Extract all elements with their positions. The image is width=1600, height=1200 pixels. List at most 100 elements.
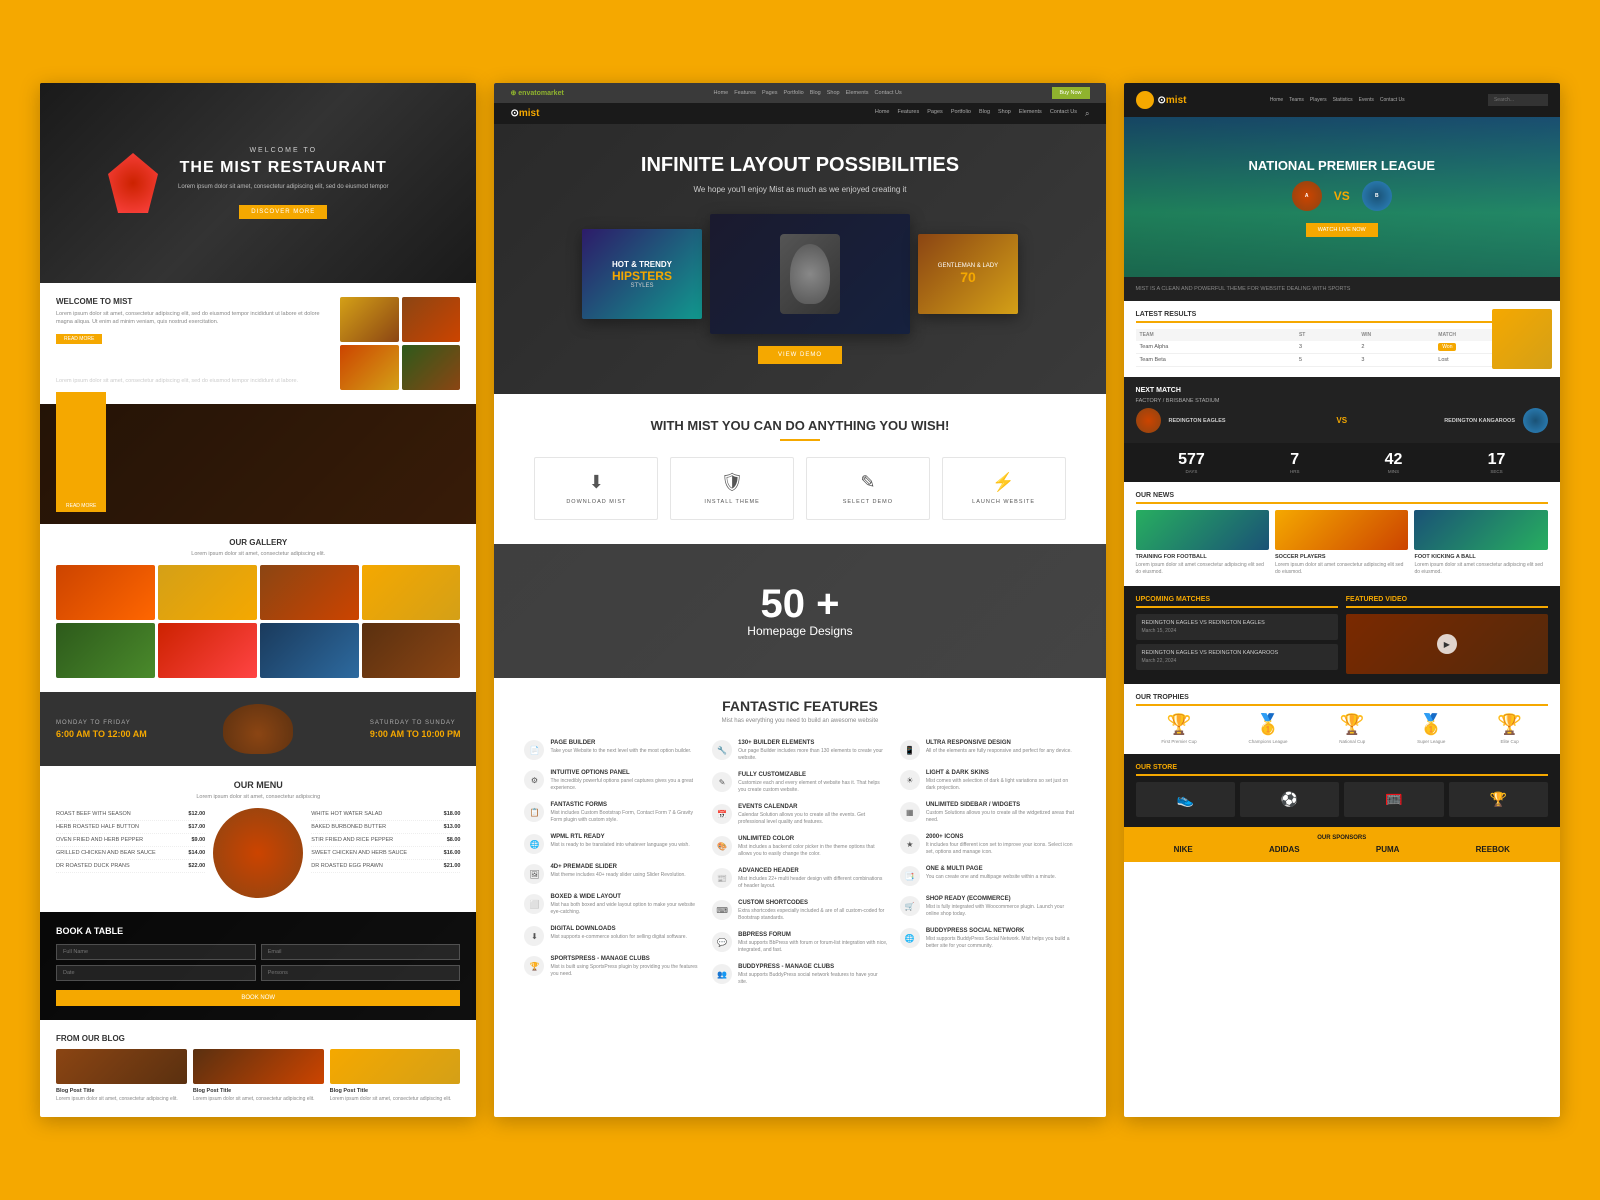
book-button[interactable]: BOOK NOW — [56, 990, 460, 1006]
persons-input[interactable] — [261, 965, 461, 981]
store-item-2[interactable]: ⚽ — [1240, 782, 1339, 817]
buy-now-button[interactable]: Buy Now — [1052, 87, 1090, 99]
anything-section: WITH MIST YOU CAN DO ANYTHING YOU WISH! … — [494, 394, 1105, 544]
news-image-3 — [1414, 510, 1547, 550]
sidebar-icon: ▦ — [900, 802, 920, 822]
weekday-label: MONDAY TO FRIDAY — [56, 720, 147, 726]
food-image-1 — [340, 297, 399, 342]
blog-image-1 — [56, 1049, 187, 1084]
next-match-teams: REDINGTON EAGLES VS REDINGTON KANGAROOS — [1136, 408, 1548, 433]
gallery-item-5[interactable] — [56, 623, 155, 678]
features-title: FANTASTIC FEATURES — [524, 698, 1075, 714]
shop-icon: 🛒 — [900, 896, 920, 916]
mist-nav-bar: ⊙mist Home Features Pages Portfolio Blog… — [494, 103, 1105, 124]
blog-section: FROM OUR BLOG Blog Post Title Lorem ipsu… — [40, 1020, 476, 1117]
envato-links: Home Features Pages Portfolio Blog Shop … — [714, 90, 902, 96]
menu-item: ROAST BEEF WITH SEASON $12.00 — [56, 808, 205, 821]
feature-item: 🌐 BUDDYPRESS SOCIAL NETWORK Mist support… — [900, 928, 1076, 950]
buddypress-icon: 👥 — [712, 964, 732, 984]
trophy-3: 🏆 National Cup — [1339, 712, 1365, 744]
mist-desc-text: MIST IS A CLEAN AND POWERFUL THEME FOR W… — [1136, 285, 1548, 293]
header-icon: 📰 — [712, 868, 732, 888]
gallery-item-7[interactable] — [260, 623, 359, 678]
feature-item: 🌐 WPML RTL READY Mist is ready to be tra… — [524, 834, 700, 854]
gallery-item-8[interactable] — [362, 623, 461, 678]
vs-text: VS — [1334, 189, 1350, 203]
menu-item: OVEN FRIED AND HERB PEPPER $9.00 — [56, 834, 205, 847]
discover-button[interactable]: DISCOVER MORE — [239, 205, 327, 219]
email-input[interactable] — [261, 944, 461, 960]
store-item-4[interactable]: 🏆 — [1449, 782, 1548, 817]
forms-icon: 📋 — [524, 802, 544, 822]
mist-hero-slides: HOT & TRENDY HiPsters STYLES GENTLEMAN &… — [534, 214, 1065, 334]
trophy-2: 🥇 Champions League — [1248, 712, 1287, 744]
featured-video[interactable]: ▶ — [1346, 614, 1548, 674]
main-container: WELCOME TO THE MiSt RESTAURANT Lorem ips… — [40, 83, 1560, 1117]
hero-content: WELCOME TO THE MiSt RESTAURANT Lorem ips… — [158, 147, 408, 219]
slider-icon: 🖼 — [524, 864, 544, 884]
boxed-icon: ⬜ — [524, 894, 544, 914]
table-header-row: TEAM ST WIN MATCH — [1136, 329, 1548, 341]
awesome-btn[interactable]: READ MORE — [56, 392, 106, 512]
read-more-link[interactable]: READ MORE — [56, 334, 102, 344]
fullname-input[interactable] — [56, 944, 256, 960]
wpml-icon: 🌐 — [524, 834, 544, 854]
upcoming-match-1: REDINGTON EAGLES VS REDINGTON EAGLES Mar… — [1136, 614, 1338, 640]
trophies-title: OUR TROPHIES — [1136, 694, 1548, 706]
latest-results-title: LATEST RESULTS — [1136, 311, 1548, 323]
dark-light-icon: ☀ — [900, 770, 920, 790]
date-input[interactable] — [56, 965, 256, 981]
menu-title: OUR MENU — [56, 780, 460, 790]
news-item-3: FOOT KICKING A BALL Lorem ipsum dolor si… — [1414, 510, 1547, 576]
feature-item: 📄 PAGE BUILDER Take your Website to the … — [524, 740, 700, 760]
gallery-item-6[interactable] — [158, 623, 257, 678]
blog-image-2 — [193, 1049, 324, 1084]
awesome-theme-section: AWESOME RESTAURANT THEME Lorem ipsum dol… — [40, 404, 476, 524]
hero-title: THE MiSt RESTAURANT — [178, 158, 388, 177]
view-demo-button[interactable]: VIEW DEMO — [758, 346, 842, 364]
menu-item: GRILLED CHICKEN AND BEAR SAUCE $14.00 — [56, 847, 205, 860]
mist-brand: ⊙mist — [510, 108, 539, 119]
gallery-item-1[interactable] — [56, 565, 155, 620]
anything-divider — [780, 439, 820, 441]
feature-item: 📰 ADVANCED HEADER Mist includes 22+ mult… — [712, 868, 888, 890]
mist-hero-title: INFINITE LAYOUT POSSIBILITIES — [534, 154, 1065, 177]
feature-item: 📋 FANTASTIC FORMS Mist includes Custom B… — [524, 802, 700, 824]
search-icon[interactable]: ⌕ — [1085, 109, 1089, 119]
countdown-days: 577 DAYS — [1178, 451, 1205, 474]
page-builder-icon: 📄 — [524, 740, 544, 760]
gallery-item-4[interactable] — [362, 565, 461, 620]
feature-item: 📅 EVENTS CALENDAR Calendar Solution allo… — [712, 804, 888, 826]
responsive-icon: 📱 — [900, 740, 920, 760]
sponsors-row: NIKE ADIDAS PUMA REEBOK — [1136, 845, 1548, 854]
features-column-3: 📱 ULTRA RESPONSIVE DESIGN All of the ele… — [900, 740, 1076, 996]
news-image-1 — [1136, 510, 1269, 550]
features-section: FANTASTIC FEATURES Mist has everything y… — [494, 678, 1105, 1016]
trophies-section: OUR TROPHIES 🏆 First Premier Cup 🥇 Champ… — [1124, 684, 1560, 754]
welcome-images — [340, 297, 460, 390]
play-button-icon[interactable]: ▶ — [1437, 634, 1457, 654]
food-image-4 — [402, 345, 461, 390]
calendar-icon: 📅 — [712, 804, 732, 824]
feature-item: ⌨ CUSTOM SHORTCODES Extra shortcodes esp… — [712, 900, 888, 922]
feature-item: 📱 ULTRA RESPONSIVE DESIGN All of the ele… — [900, 740, 1076, 760]
steps-grid: ⬇ DOWNLOAD MIST 🛡 INSTALL THEME ✎ SELECT… — [534, 457, 1065, 520]
countdown-seconds: 17 SECS — [1488, 451, 1506, 474]
gallery-item-2[interactable] — [158, 565, 257, 620]
store-item-1[interactable]: 👟 — [1136, 782, 1235, 817]
menu-list-left: ROAST BEEF WITH SEASON $12.00 HERB ROAST… — [56, 808, 205, 898]
features-grid: 📄 PAGE BUILDER Take your Website to the … — [524, 740, 1075, 996]
anything-title: WITH MIST YOU CAN DO ANYTHING YOU WISH! — [534, 418, 1065, 433]
watch-live-button[interactable]: WATCH LIVE NOW — [1306, 223, 1378, 237]
upcoming-matches-column: UPCOMING MATCHES REDINGTON EAGLES VS RED… — [1136, 596, 1338, 674]
sports-search-input[interactable] — [1488, 94, 1548, 106]
options-icon: ⚙ — [524, 770, 544, 790]
shortcodes-icon: ⌨ — [712, 900, 732, 920]
team2-logo — [1523, 408, 1548, 433]
book-form: BOOK NOW — [56, 944, 460, 1006]
team1-badge: A — [1292, 181, 1322, 211]
bbpress-icon: 💬 — [712, 932, 732, 952]
store-item-3[interactable]: 🥅 — [1344, 782, 1443, 817]
gallery-item-3[interactable] — [260, 565, 359, 620]
menu-item: DR ROASTED EGG PRAWN $21.00 — [311, 860, 460, 873]
